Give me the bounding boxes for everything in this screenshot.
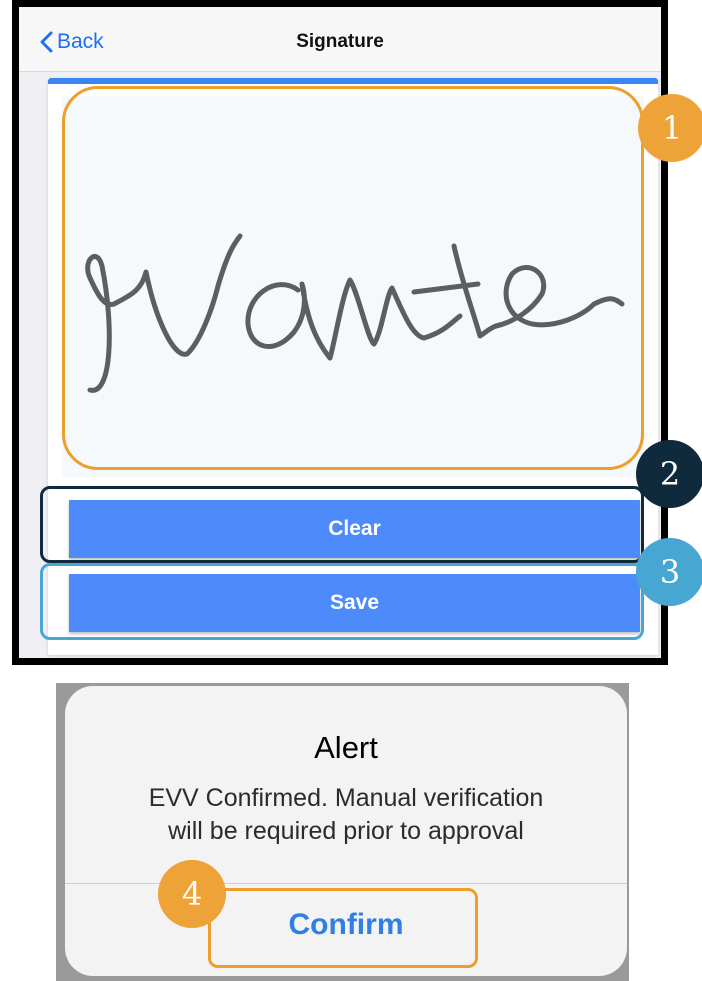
- step-badge-4: 4: [158, 860, 226, 928]
- alert-dialog: Alert EVV Confirmed. Manual verification…: [65, 686, 627, 976]
- card-accent-bar: [48, 78, 658, 84]
- alert-message-line-2: will be required prior to approval: [168, 817, 524, 845]
- step-badge-1: 1: [638, 94, 702, 162]
- signature-pad[interactable]: [62, 96, 644, 478]
- step-badge-2: 2: [636, 440, 702, 508]
- alert-title: Alert: [314, 730, 378, 765]
- signature-card: [48, 78, 658, 655]
- alert-message: EVV Confirmed. Manual verification will …: [85, 782, 607, 848]
- step-badge-3: 3: [636, 538, 702, 606]
- confirm-button[interactable]: Confirm: [65, 908, 627, 942]
- signature-drawing: [85, 233, 625, 393]
- save-button[interactable]: Save: [69, 574, 640, 632]
- page-title: Signature: [296, 31, 384, 52]
- signature-screen: Back Signature Clear Save: [12, 0, 668, 665]
- navigation-bar: Back Signature: [19, 7, 661, 72]
- alert-message-line-1: EVV Confirmed. Manual verification: [148, 784, 544, 812]
- clear-button[interactable]: Clear: [69, 500, 640, 558]
- alert-divider: [65, 883, 627, 884]
